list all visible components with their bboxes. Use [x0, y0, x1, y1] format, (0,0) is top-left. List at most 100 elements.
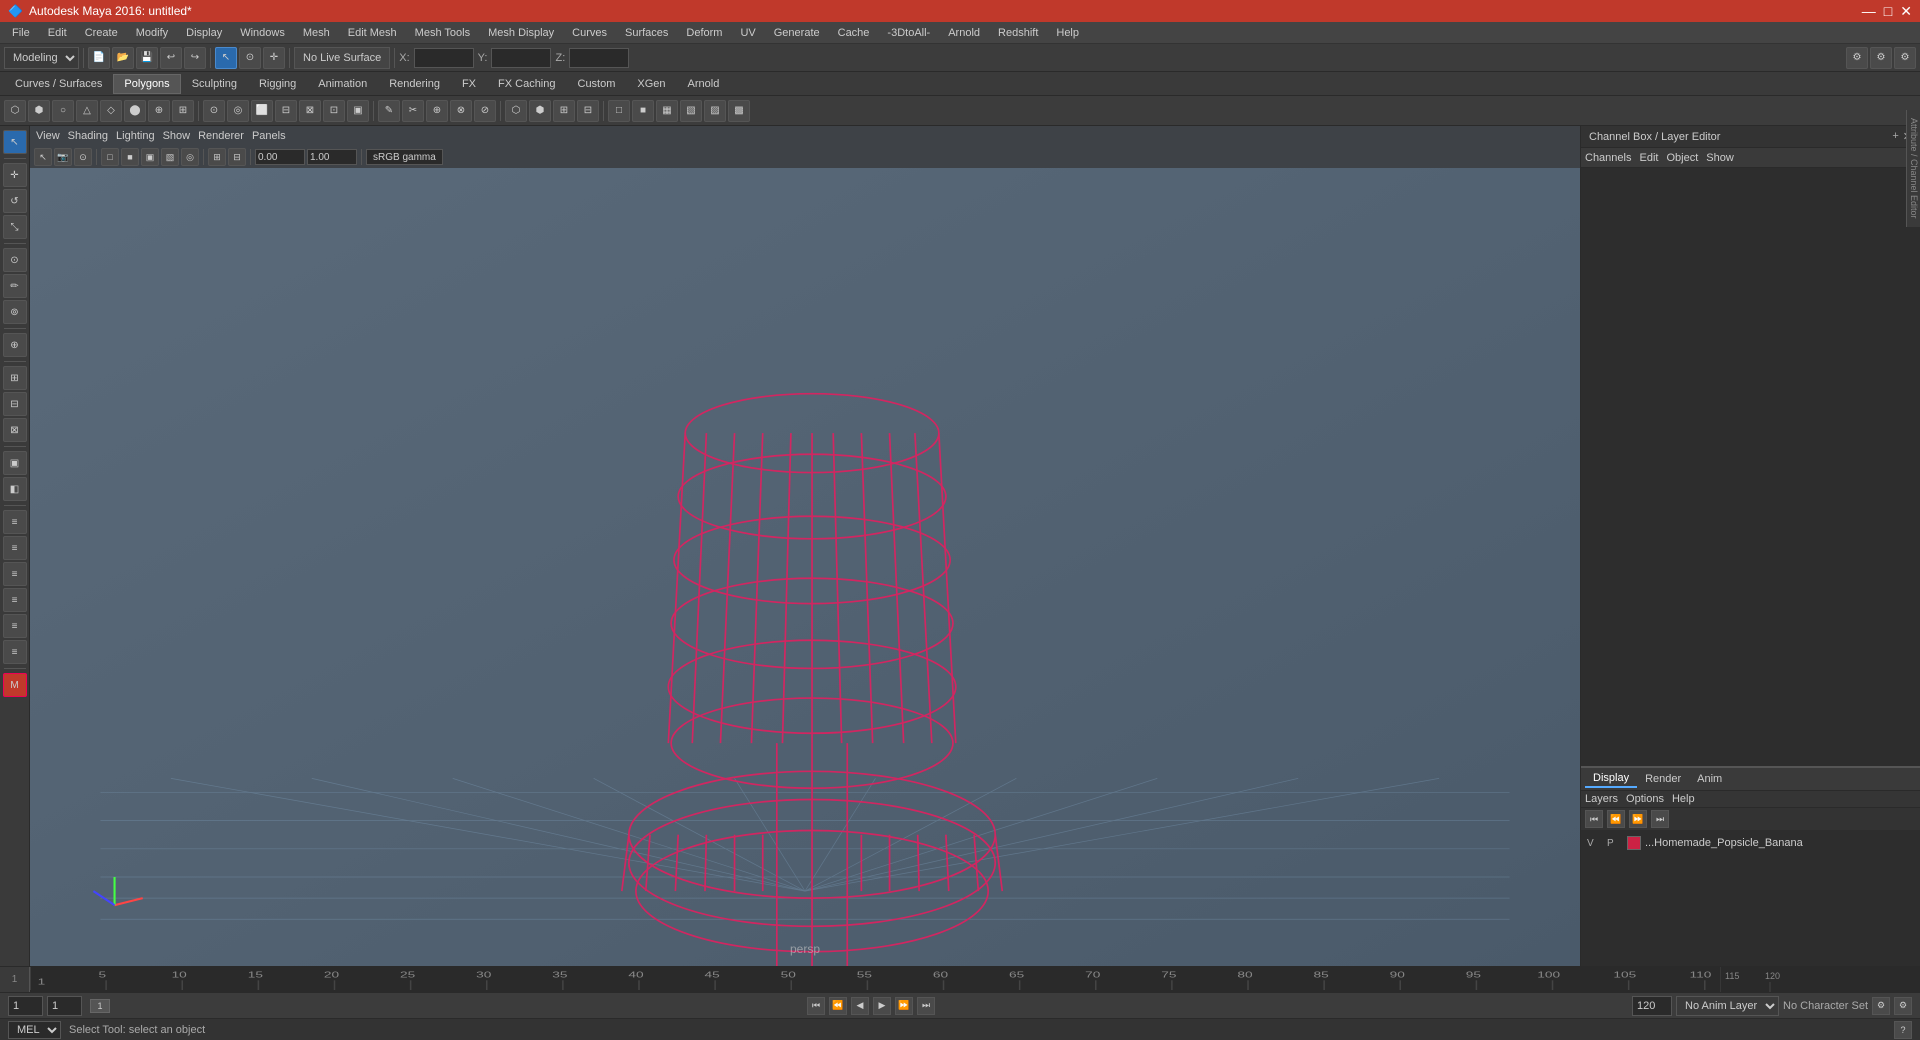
- menu-item-help[interactable]: Help: [1048, 25, 1087, 41]
- lasso-tool[interactable]: ⊙: [3, 248, 27, 272]
- menu-item-display[interactable]: Display: [178, 25, 230, 41]
- vp-camera-btn[interactable]: 📷: [54, 148, 72, 166]
- layers-prev-prev[interactable]: ⏮: [1585, 810, 1603, 828]
- menu-item-surfaces[interactable]: Surfaces: [617, 25, 676, 41]
- vp-menu-show[interactable]: Show: [163, 130, 191, 142]
- vp-menu-lighting[interactable]: Lighting: [116, 130, 155, 142]
- cb-edit[interactable]: Edit: [1639, 152, 1658, 164]
- layers-next-next[interactable]: ⏭: [1651, 810, 1669, 828]
- layer-color-swatch[interactable]: [1627, 836, 1641, 850]
- display-toggle-1[interactable]: □: [608, 100, 630, 122]
- layers-menu-layers[interactable]: Layers: [1585, 793, 1618, 805]
- vp-grid-btn[interactable]: ⊞: [208, 148, 226, 166]
- layers-prev[interactable]: ⏪: [1607, 810, 1625, 828]
- layer-name[interactable]: ...Homemade_Popsicle_Banana: [1645, 837, 1914, 849]
- close-button[interactable]: ✕: [1900, 3, 1912, 20]
- poly-tool-15[interactable]: ▣: [347, 100, 369, 122]
- extras-5[interactable]: ≡: [3, 614, 27, 638]
- display-toggle-4[interactable]: ▧: [680, 100, 702, 122]
- vp-menu-shading[interactable]: Shading: [68, 130, 108, 142]
- tab-xgen[interactable]: XGen: [626, 74, 676, 94]
- poly-tool-5[interactable]: ◇: [100, 100, 122, 122]
- tab-rigging[interactable]: Rigging: [248, 74, 307, 94]
- poly-tool-8[interactable]: ⊞: [172, 100, 194, 122]
- menu-item-cache[interactable]: Cache: [830, 25, 878, 41]
- poly-tool-2[interactable]: ⬢: [28, 100, 50, 122]
- menu-item-dtoall[interactable]: -3DtoAll-: [879, 25, 938, 41]
- workspace-selector[interactable]: Modeling: [4, 47, 79, 69]
- maximize-button[interactable]: □: [1884, 3, 1892, 20]
- vp-menu-renderer[interactable]: Renderer: [198, 130, 244, 142]
- redo-button[interactable]: ↪: [184, 47, 206, 69]
- vp-iso-btn[interactable]: ⊙: [74, 148, 92, 166]
- layer-pickable[interactable]: P: [1607, 838, 1623, 849]
- poly-tool-11[interactable]: ⬜: [251, 100, 273, 122]
- extras-3[interactable]: ≡: [3, 562, 27, 586]
- play-forward-button[interactable]: ▶: [873, 997, 891, 1015]
- tab-curvessurfaces[interactable]: Curves / Surfaces: [4, 74, 113, 94]
- poly-tool-21[interactable]: ⬡: [505, 100, 527, 122]
- menu-item-mesh[interactable]: Mesh: [295, 25, 338, 41]
- go-to-end-button[interactable]: ⏭: [917, 997, 935, 1015]
- settings-button-2[interactable]: ⚙: [1870, 47, 1892, 69]
- menu-item-arnold[interactable]: Arnold: [940, 25, 988, 41]
- poly-tool-6[interactable]: ⬤: [124, 100, 146, 122]
- settings-button-3[interactable]: ⚙: [1894, 47, 1916, 69]
- layers-menu-options[interactable]: Options: [1626, 793, 1664, 805]
- vp-resolution-btn[interactable]: ⊟: [228, 148, 246, 166]
- display-toggle-3[interactable]: ▦: [656, 100, 678, 122]
- canvas-area[interactable]: persp: [30, 168, 1580, 966]
- poly-tool-16[interactable]: ✎: [378, 100, 400, 122]
- poly-tool-19[interactable]: ⊗: [450, 100, 472, 122]
- gamma-selector[interactable]: sRGB gamma: [366, 149, 443, 165]
- no-live-surface-button[interactable]: No Live Surface: [294, 47, 390, 69]
- paint-tool[interactable]: ✏: [3, 274, 27, 298]
- new-scene-button[interactable]: 📄: [88, 47, 110, 69]
- extras-1[interactable]: ≡: [3, 510, 27, 534]
- step-back-button[interactable]: ⏪: [829, 997, 847, 1015]
- tab-fxcaching[interactable]: FX Caching: [487, 74, 566, 94]
- render-region[interactable]: ▣: [3, 451, 27, 475]
- menu-item-editmesh[interactable]: Edit Mesh: [340, 25, 405, 41]
- vp-smooth-btn[interactable]: ■: [121, 148, 139, 166]
- extras-4[interactable]: ≡: [3, 588, 27, 612]
- poly-tool-7[interactable]: ⊕: [148, 100, 170, 122]
- tab-sculpting[interactable]: Sculpting: [181, 74, 248, 94]
- vp-shaded-btn[interactable]: ▣: [141, 148, 159, 166]
- poly-tool-4[interactable]: △: [76, 100, 98, 122]
- select-tool[interactable]: ↖: [3, 130, 27, 154]
- right-panel-expand[interactable]: +: [1892, 130, 1898, 143]
- display-toggle-5[interactable]: ▨: [704, 100, 726, 122]
- menu-item-file[interactable]: File: [4, 25, 38, 41]
- layer-editor[interactable]: ◧: [3, 477, 27, 501]
- move-tool[interactable]: ✛: [3, 163, 27, 187]
- timeline-ruler[interactable]: 1 5 10 15 20 25 30 35 40 45 50: [30, 967, 1720, 992]
- tab-arnold[interactable]: Arnold: [677, 74, 731, 94]
- cb-object[interactable]: Object: [1666, 152, 1698, 164]
- poly-tool-17[interactable]: ✂: [402, 100, 424, 122]
- poly-tool-22[interactable]: ⬢: [529, 100, 551, 122]
- anim-layer-selector[interactable]: No Anim Layer: [1676, 996, 1779, 1016]
- menu-item-create[interactable]: Create: [77, 25, 126, 41]
- vp-select-btn[interactable]: ↖: [34, 148, 52, 166]
- poly-tool-14[interactable]: ⊡: [323, 100, 345, 122]
- menu-item-edit[interactable]: Edit: [40, 25, 75, 41]
- layers-menu-help[interactable]: Help: [1672, 793, 1695, 805]
- tab-polygons[interactable]: Polygons: [113, 74, 180, 94]
- snap-curve[interactable]: ⊟: [3, 392, 27, 416]
- vp-menu-view[interactable]: View: [36, 130, 60, 142]
- title-bar-controls[interactable]: — □ ✕: [1862, 3, 1912, 20]
- vp-wire-shaded-btn[interactable]: ▧: [161, 148, 179, 166]
- mode-selector[interactable]: MEL: [8, 1021, 61, 1039]
- vp-xray-btn[interactable]: ◎: [181, 148, 199, 166]
- lasso-tool-button[interactable]: ⊙: [239, 47, 261, 69]
- move-tool-button[interactable]: ✛: [263, 47, 285, 69]
- layers-display-tab[interactable]: Display: [1585, 770, 1637, 788]
- menu-item-windows[interactable]: Windows: [232, 25, 293, 41]
- rotate-tool[interactable]: ↺: [3, 189, 27, 213]
- poly-tool-13[interactable]: ⊠: [299, 100, 321, 122]
- tab-rendering[interactable]: Rendering: [378, 74, 451, 94]
- snap-grid[interactable]: ⊞: [3, 366, 27, 390]
- frame-end-input[interactable]: [1632, 996, 1672, 1016]
- display-toggle-6[interactable]: ▩: [728, 100, 750, 122]
